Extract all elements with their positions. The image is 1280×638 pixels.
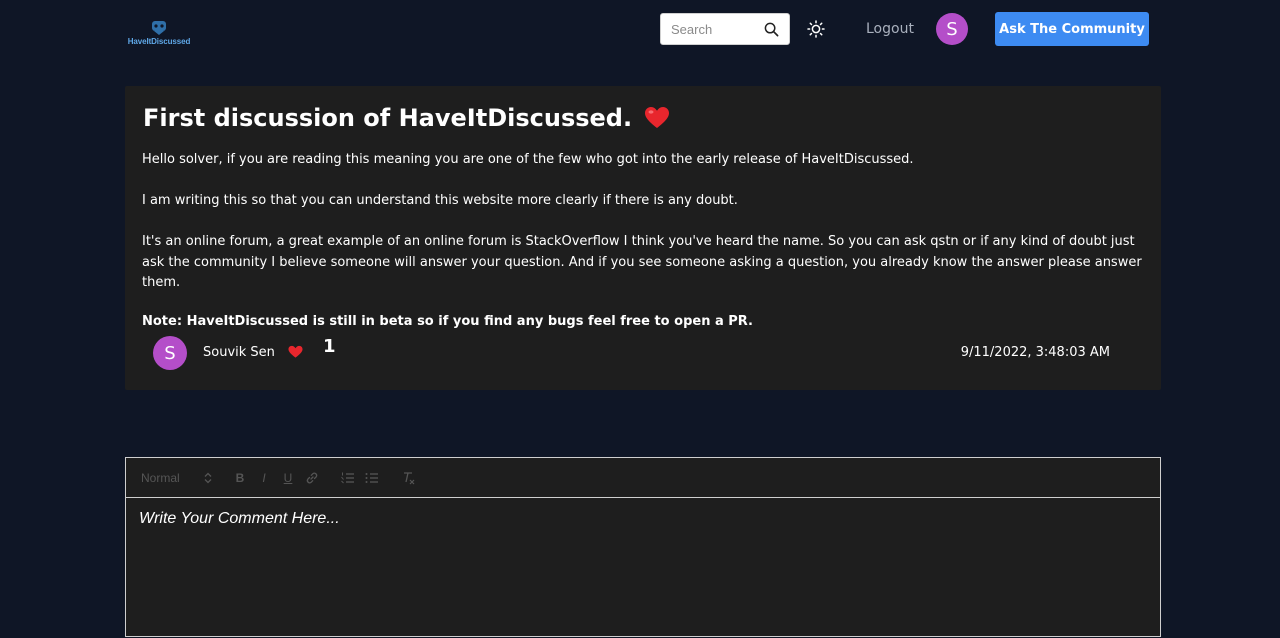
author-name[interactable]: Souvik Sen bbox=[203, 345, 275, 360]
logout-link[interactable]: Logout bbox=[866, 21, 914, 37]
ask-community-button[interactable]: Ask The Community bbox=[995, 12, 1149, 46]
search-input[interactable] bbox=[671, 21, 767, 37]
comment-editor-area[interactable]: Write Your Comment Here... bbox=[126, 498, 1160, 638]
theme-toggle-sun-icon[interactable] bbox=[807, 20, 825, 38]
search-box bbox=[660, 13, 790, 45]
discussion-post-card: First discussion of HaveItDiscussed. Hel… bbox=[125, 86, 1161, 390]
clear-formatting-icon[interactable] bbox=[400, 470, 416, 486]
post-title-row: First discussion of HaveItDiscussed. bbox=[143, 104, 670, 132]
underline-button[interactable]: U bbox=[280, 470, 296, 486]
editor-toolbar: Normal B I U bbox=[126, 458, 1160, 498]
top-navbar: HaveItDiscussed Logout S Ask The Communi… bbox=[0, 0, 1280, 60]
author-avatar[interactable]: S bbox=[153, 336, 187, 370]
bullet-list-icon[interactable] bbox=[364, 470, 380, 486]
post-title: First discussion of HaveItDiscussed. bbox=[143, 104, 633, 132]
beta-note: Note: HaveItDiscussed is still in beta s… bbox=[142, 314, 753, 329]
select-arrows-icon[interactable] bbox=[204, 472, 212, 484]
logo-mark-icon bbox=[152, 21, 166, 35]
site-logo[interactable]: HaveItDiscussed bbox=[123, 20, 195, 50]
post-timestamp: 9/11/2022, 3:48:03 AM bbox=[960, 345, 1110, 360]
ordered-list-icon[interactable] bbox=[340, 470, 356, 486]
like-count: 1 bbox=[323, 336, 336, 357]
post-paragraph: I am writing this so that you can unders… bbox=[142, 193, 738, 208]
post-body: Hello solver, if you are reading this me… bbox=[142, 150, 1142, 314]
bold-button[interactable]: B bbox=[232, 470, 248, 486]
like-heart-icon[interactable] bbox=[288, 345, 303, 359]
post-paragraph: Hello solver, if you are reading this me… bbox=[142, 152, 914, 167]
search-icon[interactable] bbox=[764, 22, 779, 37]
post-meta-row: S Souvik Sen 1 9/11/2022, 3:48:03 AM bbox=[153, 336, 1113, 370]
post-paragraph: It's an online forum, a great example of… bbox=[142, 234, 1142, 290]
logo-text: HaveItDiscussed bbox=[127, 37, 191, 46]
link-icon[interactable] bbox=[304, 470, 320, 486]
format-select[interactable]: Normal bbox=[141, 471, 213, 485]
italic-button[interactable]: I bbox=[256, 470, 272, 486]
heart-emoji-icon bbox=[645, 107, 670, 128]
comment-editor: Normal B I U Write Your Comment Here... bbox=[125, 457, 1161, 637]
user-avatar[interactable]: S bbox=[936, 13, 968, 45]
